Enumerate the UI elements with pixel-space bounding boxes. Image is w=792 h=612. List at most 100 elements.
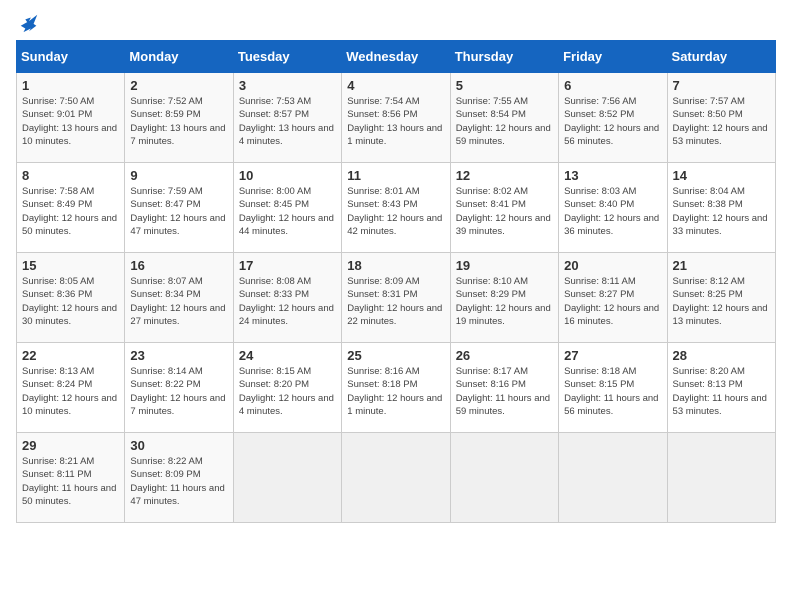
column-header-tuesday: Tuesday: [233, 41, 341, 73]
calendar-cell: 14 Sunrise: 8:04 AMSunset: 8:38 PMDayligh…: [667, 163, 775, 253]
day-info: Sunrise: 8:20 AMSunset: 8:13 PMDaylight:…: [673, 365, 770, 418]
day-number: 9: [130, 168, 227, 183]
day-info: Sunrise: 8:15 AMSunset: 8:20 PMDaylight:…: [239, 365, 336, 418]
calendar-cell: 16 Sunrise: 8:07 AMSunset: 8:34 PMDayligh…: [125, 253, 233, 343]
day-number: 3: [239, 78, 336, 93]
day-info: Sunrise: 7:57 AMSunset: 8:50 PMDaylight:…: [673, 95, 770, 148]
column-header-monday: Monday: [125, 41, 233, 73]
day-number: 30: [130, 438, 227, 453]
day-info: Sunrise: 8:03 AMSunset: 8:40 PMDaylight:…: [564, 185, 661, 238]
day-info: Sunrise: 8:12 AMSunset: 8:25 PMDaylight:…: [673, 275, 770, 328]
day-number: 15: [22, 258, 119, 273]
day-info: Sunrise: 7:55 AMSunset: 8:54 PMDaylight:…: [456, 95, 553, 148]
calendar-cell: [450, 433, 558, 523]
calendar-header-row: SundayMondayTuesdayWednesdayThursdayFrid…: [17, 41, 776, 73]
day-info: Sunrise: 8:01 AMSunset: 8:43 PMDaylight:…: [347, 185, 444, 238]
calendar-week-row: 1Sunrise: 7:50 AMSunset: 9:01 PMDaylight…: [17, 73, 776, 163]
calendar-cell: 5 Sunrise: 7:55 AMSunset: 8:54 PMDaylight…: [450, 73, 558, 163]
day-number: 22: [22, 348, 119, 363]
day-number: 24: [239, 348, 336, 363]
calendar-cell: 15 Sunrise: 8:05 AMSunset: 8:36 PMDayligh…: [17, 253, 125, 343]
calendar-cell: 17 Sunrise: 8:08 AMSunset: 8:33 PMDayligh…: [233, 253, 341, 343]
day-number: 25: [347, 348, 444, 363]
day-number: 13: [564, 168, 661, 183]
day-info: Sunrise: 7:58 AMSunset: 8:49 PMDaylight:…: [22, 185, 119, 238]
column-header-thursday: Thursday: [450, 41, 558, 73]
day-number: 16: [130, 258, 227, 273]
logo: [16, 16, 40, 28]
day-number: 11: [347, 168, 444, 183]
day-info: Sunrise: 8:21 AMSunset: 8:11 PMDaylight:…: [22, 455, 119, 508]
calendar-week-row: 22Sunrise: 8:13 AMSunset: 8:24 PMDayligh…: [17, 343, 776, 433]
day-info: Sunrise: 8:11 AMSunset: 8:27 PMDaylight:…: [564, 275, 661, 328]
calendar-cell: 8 Sunrise: 7:58 AMSunset: 8:49 PMDaylight…: [17, 163, 125, 253]
day-number: 8: [22, 168, 119, 183]
calendar-cell: 2 Sunrise: 7:52 AMSunset: 8:59 PMDaylight…: [125, 73, 233, 163]
day-number: 12: [456, 168, 553, 183]
calendar-cell: 29 Sunrise: 8:21 AMSunset: 8:11 PMDayligh…: [17, 433, 125, 523]
day-number: 7: [673, 78, 770, 93]
day-number: 5: [456, 78, 553, 93]
day-info: Sunrise: 8:00 AMSunset: 8:45 PMDaylight:…: [239, 185, 336, 238]
calendar-cell: 12 Sunrise: 8:02 AMSunset: 8:41 PMDayligh…: [450, 163, 558, 253]
column-header-wednesday: Wednesday: [342, 41, 450, 73]
calendar-cell: 19Sunrise: 8:10 AMSunset: 8:29 PMDayligh…: [450, 253, 558, 343]
day-number: 18: [347, 258, 444, 273]
day-number: 4: [347, 78, 444, 93]
day-info: Sunrise: 8:07 AMSunset: 8:34 PMDaylight:…: [130, 275, 227, 328]
day-info: Sunrise: 7:53 AMSunset: 8:57 PMDaylight:…: [239, 95, 336, 148]
day-number: 23: [130, 348, 227, 363]
calendar-cell: 10 Sunrise: 8:00 AMSunset: 8:45 PMDayligh…: [233, 163, 341, 253]
day-number: 2: [130, 78, 227, 93]
day-info: Sunrise: 8:22 AMSunset: 8:09 PMDaylight:…: [130, 455, 227, 508]
calendar-cell: 24 Sunrise: 8:15 AMSunset: 8:20 PMDayligh…: [233, 343, 341, 433]
day-info: Sunrise: 7:52 AMSunset: 8:59 PMDaylight:…: [130, 95, 227, 148]
calendar-cell: 7 Sunrise: 7:57 AMSunset: 8:50 PMDaylight…: [667, 73, 775, 163]
calendar-cell: [342, 433, 450, 523]
calendar-cell: 9 Sunrise: 7:59 AMSunset: 8:47 PMDaylight…: [125, 163, 233, 253]
day-info: Sunrise: 7:59 AMSunset: 8:47 PMDaylight:…: [130, 185, 227, 238]
day-info: Sunrise: 8:05 AMSunset: 8:36 PMDaylight:…: [22, 275, 119, 328]
day-number: 27: [564, 348, 661, 363]
calendar-cell: 4 Sunrise: 7:54 AMSunset: 8:56 PMDaylight…: [342, 73, 450, 163]
day-number: 6: [564, 78, 661, 93]
calendar-week-row: 29 Sunrise: 8:21 AMSunset: 8:11 PMDayligh…: [17, 433, 776, 523]
calendar-cell: 28 Sunrise: 8:20 AMSunset: 8:13 PMDayligh…: [667, 343, 775, 433]
day-number: 10: [239, 168, 336, 183]
calendar-cell: 21Sunrise: 8:12 AMSunset: 8:25 PMDayligh…: [667, 253, 775, 343]
calendar-cell: 27Sunrise: 8:18 AMSunset: 8:15 PMDayligh…: [559, 343, 667, 433]
column-header-sunday: Sunday: [17, 41, 125, 73]
day-info: Sunrise: 8:02 AMSunset: 8:41 PMDaylight:…: [456, 185, 553, 238]
day-number: 17: [239, 258, 336, 273]
calendar-cell: 1Sunrise: 7:50 AMSunset: 9:01 PMDaylight…: [17, 73, 125, 163]
logo-bird-icon: [18, 12, 40, 34]
calendar-week-row: 15 Sunrise: 8:05 AMSunset: 8:36 PMDayligh…: [17, 253, 776, 343]
day-info: Sunrise: 7:54 AMSunset: 8:56 PMDaylight:…: [347, 95, 444, 148]
calendar-cell: [559, 433, 667, 523]
day-number: 14: [673, 168, 770, 183]
day-info: Sunrise: 8:16 AMSunset: 8:18 PMDaylight:…: [347, 365, 444, 418]
calendar-cell: [667, 433, 775, 523]
calendar-cell: 30 Sunrise: 8:22 AMSunset: 8:09 PMDayligh…: [125, 433, 233, 523]
day-info: Sunrise: 8:10 AMSunset: 8:29 PMDaylight:…: [456, 275, 553, 328]
day-info: Sunrise: 8:04 AMSunset: 8:38 PMDaylight:…: [673, 185, 770, 238]
day-number: 28: [673, 348, 770, 363]
day-info: Sunrise: 8:17 AMSunset: 8:16 PMDaylight:…: [456, 365, 553, 418]
day-info: Sunrise: 8:14 AMSunset: 8:22 PMDaylight:…: [130, 365, 227, 418]
day-number: 29: [22, 438, 119, 453]
day-number: 1: [22, 78, 119, 93]
calendar-cell: 3 Sunrise: 7:53 AMSunset: 8:57 PMDaylight…: [233, 73, 341, 163]
day-info: Sunrise: 8:08 AMSunset: 8:33 PMDaylight:…: [239, 275, 336, 328]
day-number: 20: [564, 258, 661, 273]
calendar-cell: 23 Sunrise: 8:14 AMSunset: 8:22 PMDayligh…: [125, 343, 233, 433]
calendar-cell: 11 Sunrise: 8:01 AMSunset: 8:43 PMDayligh…: [342, 163, 450, 253]
day-info: Sunrise: 8:09 AMSunset: 8:31 PMDaylight:…: [347, 275, 444, 328]
calendar-cell: 18 Sunrise: 8:09 AMSunset: 8:31 PMDayligh…: [342, 253, 450, 343]
calendar-cell: 20 Sunrise: 8:11 AMSunset: 8:27 PMDayligh…: [559, 253, 667, 343]
day-number: 26: [456, 348, 553, 363]
calendar-cell: [233, 433, 341, 523]
calendar-cell: 25 Sunrise: 8:16 AMSunset: 8:18 PMDayligh…: [342, 343, 450, 433]
calendar-cell: 6Sunrise: 7:56 AMSunset: 8:52 PMDaylight…: [559, 73, 667, 163]
calendar-week-row: 8 Sunrise: 7:58 AMSunset: 8:49 PMDaylight…: [17, 163, 776, 253]
page-header: [16, 16, 776, 28]
